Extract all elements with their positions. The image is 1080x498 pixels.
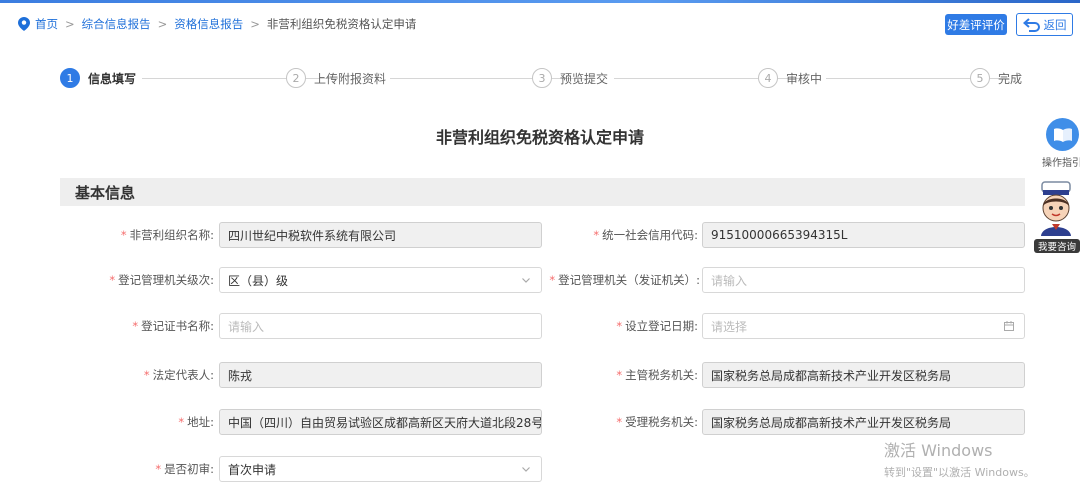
step-number: 1 (60, 68, 80, 88)
consult-label: 我要咨询 (1034, 239, 1080, 253)
progress-steps: 1 信息填写 2 上传附报资料 3 预览提交 4 审核中 5 完成 (60, 68, 1030, 88)
step-info-fill: 1 信息填写 (60, 68, 136, 88)
reg-level-value: 区（县）级 (228, 273, 289, 288)
first-trial-value: 首次申请 (228, 462, 277, 477)
reg-date-label: * 设立登记日期: (616, 319, 698, 333)
back-label: 返回 (1043, 17, 1067, 32)
reg-level-label: * 登记管理机关级次: (109, 273, 214, 287)
step-complete: 5 完成 (970, 68, 1022, 88)
org-name-field[interactable]: 四川世纪中税软件系统有限公司 (219, 222, 542, 248)
breadcrumb-current: 非营利组织免税资格认定申请 (266, 17, 417, 31)
book-icon (1046, 118, 1079, 151)
back-button[interactable]: 返回 (1016, 13, 1073, 36)
first-trial-select[interactable]: 首次申请 (219, 456, 542, 482)
reg-date-placeholder: 请选择 (711, 319, 748, 334)
step-number: 5 (970, 68, 990, 88)
accept-authority-label: * 受理税务机关: (616, 415, 698, 429)
breadcrumb-separator: > (250, 17, 260, 31)
cert-name-input[interactable]: 请输入 (219, 313, 542, 339)
breadcrumb-separator: > (65, 17, 75, 31)
address-field[interactable]: 中国（四川）自由贸易试验区成都高新区天府大道北段28号1栋 (219, 409, 542, 435)
reg-authority-label: * 登记管理机关（发证机关）: (549, 273, 700, 287)
consult-button[interactable]: 我要咨询 (1032, 178, 1080, 276)
top-accent-bar (0, 0, 1080, 3)
step-label: 完成 (998, 71, 1023, 86)
review-button[interactable]: 好差评评价 (945, 14, 1007, 35)
accept-authority-field[interactable]: 国家税务总局成都高新技术产业开发区税务局 (702, 409, 1025, 435)
return-arrow-icon (1022, 17, 1040, 32)
tax-authority-field[interactable]: 国家税务总局成都高新技术产业开发区税务局 (702, 362, 1025, 388)
calendar-icon (1004, 321, 1014, 331)
section-basic-info: 基本信息 (60, 178, 1025, 206)
step-number: 4 (758, 68, 778, 88)
chevron-down-icon (522, 278, 530, 283)
org-name-label: * 非营利组织名称: (120, 228, 214, 242)
windows-activation-watermark: 激活 Windows 转到"设置"以激活 Windows。 (884, 437, 1035, 480)
page-title: 非营利组织免税资格认定申请 (435, 128, 644, 147)
breadcrumb-qualification-report[interactable]: 资格信息报告 (174, 16, 243, 32)
breadcrumb-comprehensive-report[interactable]: 综合信息报告 (82, 16, 151, 32)
step-preview-submit: 3 预览提交 (532, 68, 608, 88)
breadcrumb-home[interactable]: 首页 (35, 16, 58, 32)
operation-guide-button[interactable]: 操作指引 (1042, 118, 1080, 170)
chevron-down-icon (522, 467, 530, 472)
step-label: 审核中 (786, 71, 823, 86)
step-number: 3 (532, 68, 552, 88)
location-pin-icon (18, 17, 30, 31)
reg-authority-input[interactable]: 请输入 (702, 267, 1025, 293)
step-label: 上传附报资料 (314, 71, 387, 86)
operation-guide-label: 操作指引 (1042, 158, 1080, 169)
legal-rep-field[interactable]: 陈戎 (219, 362, 542, 388)
step-label: 预览提交 (560, 71, 609, 86)
legal-rep-label: * 法定代表人: (143, 368, 214, 382)
step-number: 2 (286, 68, 306, 88)
breadcrumb: 首页 > 综合信息报告 > 资格信息报告 > 非营利组织免税资格认定申请 (18, 12, 416, 36)
credit-code-field[interactable]: 91510000665394315L (702, 222, 1025, 248)
breadcrumb-separator: > (157, 17, 168, 31)
watermark-line1: 激活 Windows (884, 441, 993, 460)
step-label: 信息填写 (88, 71, 137, 86)
tax-authority-label: * 主管税务机关: (616, 368, 698, 382)
step-under-review: 4 审核中 (758, 68, 822, 88)
first-trial-label: * 是否初审: (155, 462, 214, 476)
address-label: * 地址: (178, 415, 214, 429)
credit-code-label: * 统一社会信用代码: (593, 228, 698, 242)
reg-date-picker[interactable]: 请选择 (702, 313, 1025, 339)
reg-level-select[interactable]: 区（县）级 (219, 267, 542, 293)
watermark-line2: 转到"设置"以激活 Windows。 (884, 466, 1035, 479)
cert-name-label: * 登记证书名称: (132, 319, 214, 333)
assistant-avatar-icon (1041, 181, 1071, 236)
step-upload-materials: 2 上传附报资料 (286, 68, 386, 88)
